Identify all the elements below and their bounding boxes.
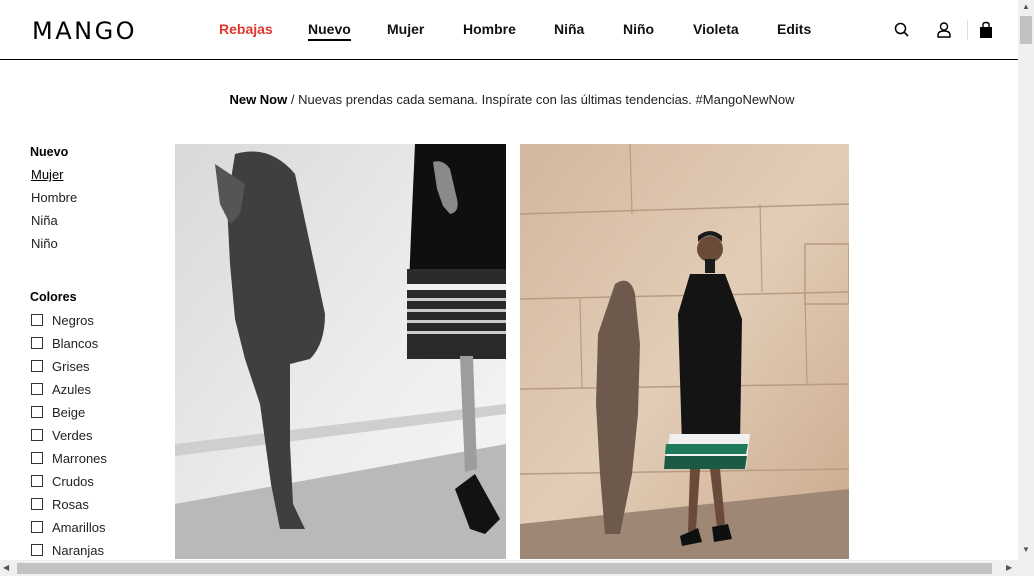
- nav-item-nuevo[interactable]: Nuevo: [308, 21, 351, 41]
- horizontal-scrollbar[interactable]: ◀ ▶: [0, 560, 1034, 576]
- color-filter-rosas[interactable]: Rosas: [31, 496, 89, 512]
- scroll-left-arrow-icon[interactable]: ◀: [3, 564, 9, 572]
- color-label: Blancos: [52, 335, 99, 351]
- tagline-title: New Now: [229, 92, 288, 107]
- search-icon[interactable]: [893, 21, 911, 39]
- checkbox[interactable]: [31, 360, 43, 372]
- checkbox[interactable]: [31, 475, 43, 487]
- nav-item-nino[interactable]: Niño: [623, 21, 654, 37]
- mango-logo[interactable]: MANGO: [32, 17, 137, 45]
- sidebar-link-mujer[interactable]: Mujer: [31, 167, 64, 182]
- sidebar-link-nina[interactable]: Niña: [31, 213, 58, 228]
- color-label: Grises: [52, 358, 90, 374]
- checkbox[interactable]: [31, 314, 43, 326]
- checkbox[interactable]: [31, 521, 43, 533]
- site-header: MANGO Rebajas Nuevo Mujer Hombre Niña Ni…: [0, 0, 1018, 60]
- nav-item-edits[interactable]: Edits: [777, 21, 811, 37]
- color-filter-azules[interactable]: Azules: [31, 381, 92, 397]
- color-filter-blancos[interactable]: Blancos: [31, 335, 99, 351]
- nav-item-nina[interactable]: Niña: [554, 21, 584, 37]
- checkbox[interactable]: [31, 498, 43, 510]
- color-filter-amarillos[interactable]: Amarillos: [31, 519, 106, 535]
- color-filter-crudos[interactable]: Crudos: [31, 473, 94, 489]
- scroll-right-arrow-icon[interactable]: ▶: [1006, 564, 1012, 572]
- header-divider: [967, 20, 968, 40]
- sidebar-link-hombre[interactable]: Hombre: [31, 190, 77, 205]
- vertical-scroll-thumb[interactable]: [1020, 16, 1032, 44]
- nav-item-rebajas[interactable]: Rebajas: [219, 21, 273, 37]
- checkbox[interactable]: [31, 544, 43, 556]
- color-label: Amarillos: [52, 519, 106, 535]
- color-label: Crudos: [52, 473, 94, 489]
- scroll-down-arrow-icon[interactable]: ▼: [1022, 546, 1030, 554]
- checkbox[interactable]: [31, 429, 43, 441]
- color-label: Verdes: [52, 427, 93, 443]
- color-label: Beige: [52, 404, 86, 420]
- color-filter-beige[interactable]: Beige: [31, 404, 86, 420]
- color-filter-grises[interactable]: Grises: [31, 358, 90, 374]
- bag-icon[interactable]: [977, 21, 995, 39]
- tagline-text: / Nuevas prendas cada semana. Inspírate …: [287, 92, 795, 107]
- colors-filter-title: Colores: [30, 290, 77, 304]
- checkbox[interactable]: [31, 383, 43, 395]
- color-label: Marrones: [52, 450, 107, 466]
- color-label: Rosas: [52, 496, 89, 512]
- color-filter-verdes[interactable]: Verdes: [31, 427, 93, 443]
- sidebar-section-title: Nuevo: [30, 145, 69, 159]
- nav-item-violeta[interactable]: Violeta: [693, 21, 739, 37]
- sidebar-link-nino[interactable]: Niño: [31, 236, 58, 251]
- checkbox[interactable]: [31, 406, 43, 418]
- scroll-up-arrow-icon[interactable]: ▲: [1022, 3, 1030, 11]
- color-filter-negros[interactable]: Negros: [31, 312, 94, 328]
- color-label: Negros: [52, 312, 94, 328]
- nav-item-hombre[interactable]: Hombre: [463, 21, 516, 37]
- color-label: Azules: [52, 381, 92, 397]
- nav-item-mujer[interactable]: Mujer: [387, 21, 424, 37]
- product-image-bw[interactable]: [175, 144, 506, 559]
- color-label: Naranjas: [52, 542, 105, 558]
- user-icon[interactable]: [935, 21, 953, 39]
- color-filter-marrones[interactable]: Marrones: [31, 450, 107, 466]
- vertical-scrollbar[interactable]: ▲ ▼: [1018, 0, 1034, 560]
- horizontal-scroll-thumb[interactable]: [17, 563, 992, 574]
- product-image-color[interactable]: [520, 144, 849, 559]
- color-filter-naranjas[interactable]: Naranjas: [31, 542, 105, 558]
- new-now-tagline: New Now / Nuevas prendas cada semana. In…: [0, 92, 1024, 107]
- checkbox[interactable]: [31, 337, 43, 349]
- checkbox[interactable]: [31, 452, 43, 464]
